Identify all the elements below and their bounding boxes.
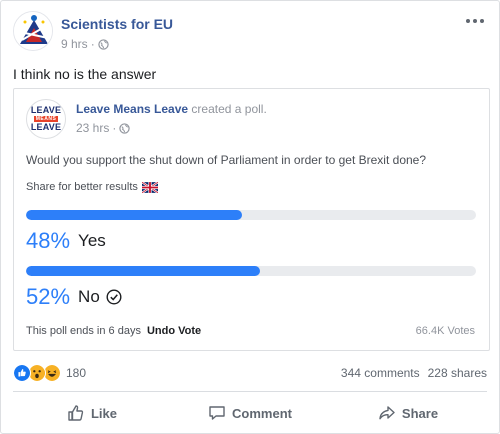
reaction-count[interactable]: 180 [66, 366, 86, 380]
share-better-text: Share for better results [26, 181, 138, 193]
poll-percent: 48% [26, 228, 71, 253]
comment-button[interactable]: Comment [171, 395, 329, 431]
dot-separator: · [112, 121, 117, 135]
undo-vote-button[interactable]: Undo Vote [147, 325, 201, 337]
poll-question: Would you support the shut down of Parli… [26, 153, 427, 167]
globe-icon [98, 38, 109, 50]
comment-icon [209, 406, 225, 420]
page-avatar[interactable] [13, 11, 53, 51]
share-count[interactable]: 228 shares [428, 366, 487, 380]
action-bar: Like Comment Share [13, 395, 487, 431]
dot-separator: · [90, 37, 95, 51]
like-icon [13, 364, 31, 382]
poll-bar-fill [26, 210, 242, 220]
share-arrow-icon [379, 406, 395, 420]
like-button[interactable]: Like [13, 395, 171, 431]
shared-poll: LEAVE MEANS LEAVE Leave Means Leave crea… [13, 88, 490, 351]
uk-flag-icon [141, 181, 158, 193]
more-options-icon[interactable] [463, 13, 487, 29]
poll-ends-text: This poll ends in 6 days [26, 325, 141, 337]
post-author[interactable]: Scientists for EU [61, 15, 173, 33]
shared-author[interactable]: Leave Means Leave [76, 102, 188, 116]
post-header: Scientists for EU 9 hrs · [13, 11, 487, 55]
poll-bar-no[interactable] [26, 266, 476, 276]
reaction-icons[interactable] [13, 364, 61, 382]
shared-time[interactable]: 23 hrs [76, 120, 109, 136]
poll-option-no[interactable]: 52% No [26, 285, 122, 309]
voted-check-icon [106, 289, 122, 305]
logo-line: LEAVE [30, 122, 62, 132]
poll-bar-fill [26, 266, 260, 276]
post-text: I think no is the answer [13, 66, 157, 82]
scientists-for-eu-logo-icon [14, 12, 52, 50]
post-card: Scientists for EU 9 hrs · I think no is … [0, 0, 500, 434]
vote-count[interactable]: 66.4K Votes [416, 325, 475, 337]
like-label: Like [90, 405, 117, 421]
globe-icon [119, 122, 131, 134]
post-time[interactable]: 9 hrs [61, 36, 88, 52]
share-button[interactable]: Share [329, 395, 487, 431]
reaction-summary: 180 344 comments 228 shares [13, 361, 487, 385]
poll-footer: This poll ends in 6 days Undo Vote 66.4K… [26, 325, 475, 337]
leave-means-leave-avatar[interactable]: LEAVE MEANS LEAVE [26, 99, 66, 139]
shared-verb: created a poll. [191, 102, 267, 116]
poll-bar-yes[interactable] [26, 210, 476, 220]
divider [13, 391, 487, 392]
poll-percent: 52% [26, 284, 71, 309]
comment-label: Comment [232, 405, 292, 421]
poll-option-label: No [78, 287, 100, 306]
logo-line: LEAVE [30, 105, 62, 115]
share-label: Share [401, 405, 439, 421]
poll-option-label: Yes [78, 231, 106, 250]
thumbs-up-icon [68, 405, 84, 421]
share-for-better-results: Share for better results [26, 181, 158, 193]
poll-option-yes[interactable]: 48% Yes [26, 229, 106, 253]
comment-count[interactable]: 344 comments [341, 366, 420, 380]
